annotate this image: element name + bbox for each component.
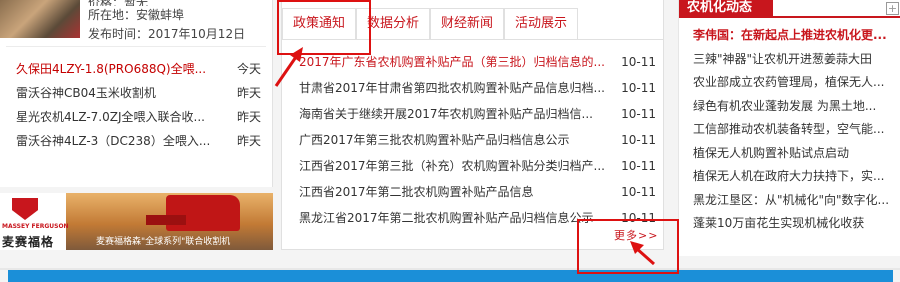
- product-panel: 价格：暂无 所在地：安徽蚌埠 发布时间：2017年10月12日 久保田4LZY-…: [0, 0, 273, 187]
- news-title[interactable]: 江西省2017年第三批（补充）农机购置补贴分类归档产...: [299, 156, 604, 182]
- news-date: 10-11: [621, 81, 656, 95]
- news-date: 10-11: [621, 133, 656, 147]
- product-meta: 价格：暂无 所在地：安徽蚌埠 发布时间：2017年10月12日: [88, 0, 245, 44]
- list-item[interactable]: 雷沃谷神4LZ-3（DC238）全喂入... 昨天: [16, 129, 261, 153]
- dynamics-item[interactable]: 三辣"神器"让农机开进葱姜蒜大田: [693, 49, 899, 73]
- list-item-date: 昨天: [236, 86, 261, 100]
- dynamics-item[interactable]: 绿色有机农业蓬勃发展 为黑土地...: [693, 96, 899, 120]
- dynamics-item[interactable]: 植保无人机在政府大力扶持下，实...: [693, 166, 899, 190]
- dynamics-item[interactable]: 农业部成立农药管理局，植保无人...: [693, 72, 899, 96]
- brand-en: MASSEY FERGUSON: [2, 223, 69, 230]
- list-item-title[interactable]: 雷沃谷神CB04玉米收割机: [16, 81, 216, 105]
- tab-3[interactable]: 财经新闻: [430, 8, 505, 40]
- news-item[interactable]: 江西省2017年第三批（补充）农机购置补贴分类归档产... 10-11: [299, 156, 656, 182]
- plus-icon[interactable]: +: [886, 2, 899, 15]
- news-date: 10-11: [621, 159, 656, 173]
- list-item-date: 今天: [236, 62, 261, 76]
- arrow-icon: [630, 241, 655, 266]
- dynamics-list: 李伟国：在新起点上推进农机化更... 三辣"神器"让农机开进葱姜蒜大田 农业部成立农…: [693, 25, 899, 237]
- dynamics-item[interactable]: 李伟国：在新起点上推进农机化更...: [693, 25, 899, 49]
- news-date: 10-11: [621, 55, 656, 69]
- left-column: 价格：暂无 所在地：安徽蚌埠 发布时间：2017年10月12日 久保田4LZY-…: [0, 0, 273, 282]
- product-list: 久保田4LZY-1.8(PRO688Q)全喂... 今天雷沃谷神CB04玉米收割机…: [16, 57, 261, 153]
- harvester-image: [146, 195, 240, 231]
- list-item[interactable]: 久保田4LZY-1.8(PRO688Q)全喂... 今天: [16, 57, 261, 81]
- news-date: 10-11: [621, 185, 656, 199]
- news-item[interactable]: 广西2017年第三批农机购置补贴产品归档信息公示 10-11: [299, 130, 656, 156]
- news-item[interactable]: 江西省2017年第二批农机购置补贴产品信息 10-11: [299, 182, 656, 208]
- section-title: 农机化动态: [679, 0, 773, 18]
- banner-caption: 麦赛福格森"全球系列"联合收割机: [96, 237, 231, 247]
- news-title[interactable]: 海南省关于继续开展2017年农机购置补贴产品归档信...: [299, 104, 604, 130]
- news-item[interactable]: 甘肃省2017年甘肃省第四批农机购置补贴产品信息归档... 10-11: [299, 78, 656, 104]
- dynamics-item[interactable]: 黑龙江垦区：从"机械化"向"数字化...: [693, 190, 899, 214]
- news-item[interactable]: 2017年广东省农机购置补贴产品（第三批）归档信息的... 10-11: [299, 52, 656, 78]
- news-title[interactable]: 2017年广东省农机购置补贴产品（第三批）归档信息的...: [299, 52, 604, 78]
- publish-time-line: 发布时间：2017年10月12日: [88, 27, 246, 41]
- list-item-title[interactable]: 星光农机4LZ-7.0ZJ全喂入联合收...: [16, 105, 216, 129]
- news-title[interactable]: 江西省2017年第二批农机购置补贴产品信息: [299, 182, 604, 208]
- news-date: 10-11: [621, 107, 656, 121]
- list-item-date: 昨天: [236, 134, 261, 148]
- location-line: 所在地：安徽蚌埠: [88, 8, 185, 22]
- list-item-title[interactable]: 雷沃谷神4LZ-3（DC238）全喂入...: [16, 129, 216, 153]
- shield-icon: [12, 198, 38, 220]
- brand-logo: MASSEY FERGUSON 麦赛福格森: [0, 193, 69, 250]
- bottom-bar: [0, 268, 900, 282]
- divider: [6, 46, 266, 47]
- news-list: 2017年广东省农机购置补贴产品（第三批）归档信息的... 10-11 甘肃省201…: [299, 52, 656, 234]
- list-item[interactable]: 星光农机4LZ-7.0ZJ全喂入联合收... 昨天: [16, 105, 261, 129]
- massey-ferguson-banner[interactable]: MASSEY FERGUSON 麦赛福格森 麦赛福格森"全球系列"联合收割机: [0, 193, 273, 250]
- dynamics-item[interactable]: 蓬莱10万亩花生实现机械化收获: [693, 213, 899, 237]
- product-thumbnail[interactable]: [0, 0, 80, 38]
- list-item[interactable]: 雷沃谷神CB04玉米收割机 昨天: [16, 81, 261, 105]
- news-title[interactable]: 甘肃省2017年甘肃省第四批农机购置补贴产品信息归档...: [299, 78, 604, 104]
- list-item-date: 昨天: [236, 110, 261, 124]
- news-title[interactable]: 广西2017年第三批农机购置补贴产品归档信息公示: [299, 130, 604, 156]
- dynamics-item[interactable]: 植保无人机购置补贴试点启动: [693, 143, 899, 167]
- arrow-icon: [274, 47, 303, 87]
- section-header: 农机化动态 +: [679, 0, 900, 18]
- news-title[interactable]: 黑龙江省2017年第二批农机购置补贴产品归档信息公示: [299, 208, 604, 234]
- brand-cn: 麦赛福格森: [2, 235, 55, 249]
- list-item-title[interactable]: 久保田4LZY-1.8(PRO688Q)全喂...: [16, 57, 216, 81]
- right-column: 农机化动态 + 李伟国：在新起点上推进农机化更... 三辣"神器"让农机开进葱姜蒜…: [678, 0, 900, 256]
- dynamics-item[interactable]: 工信部推动农机装备转型，空气能...: [693, 119, 899, 143]
- news-item[interactable]: 海南省关于继续开展2017年农机购置补贴产品归档信... 10-11: [299, 104, 656, 130]
- tab-4[interactable]: 活动展示: [504, 8, 579, 40]
